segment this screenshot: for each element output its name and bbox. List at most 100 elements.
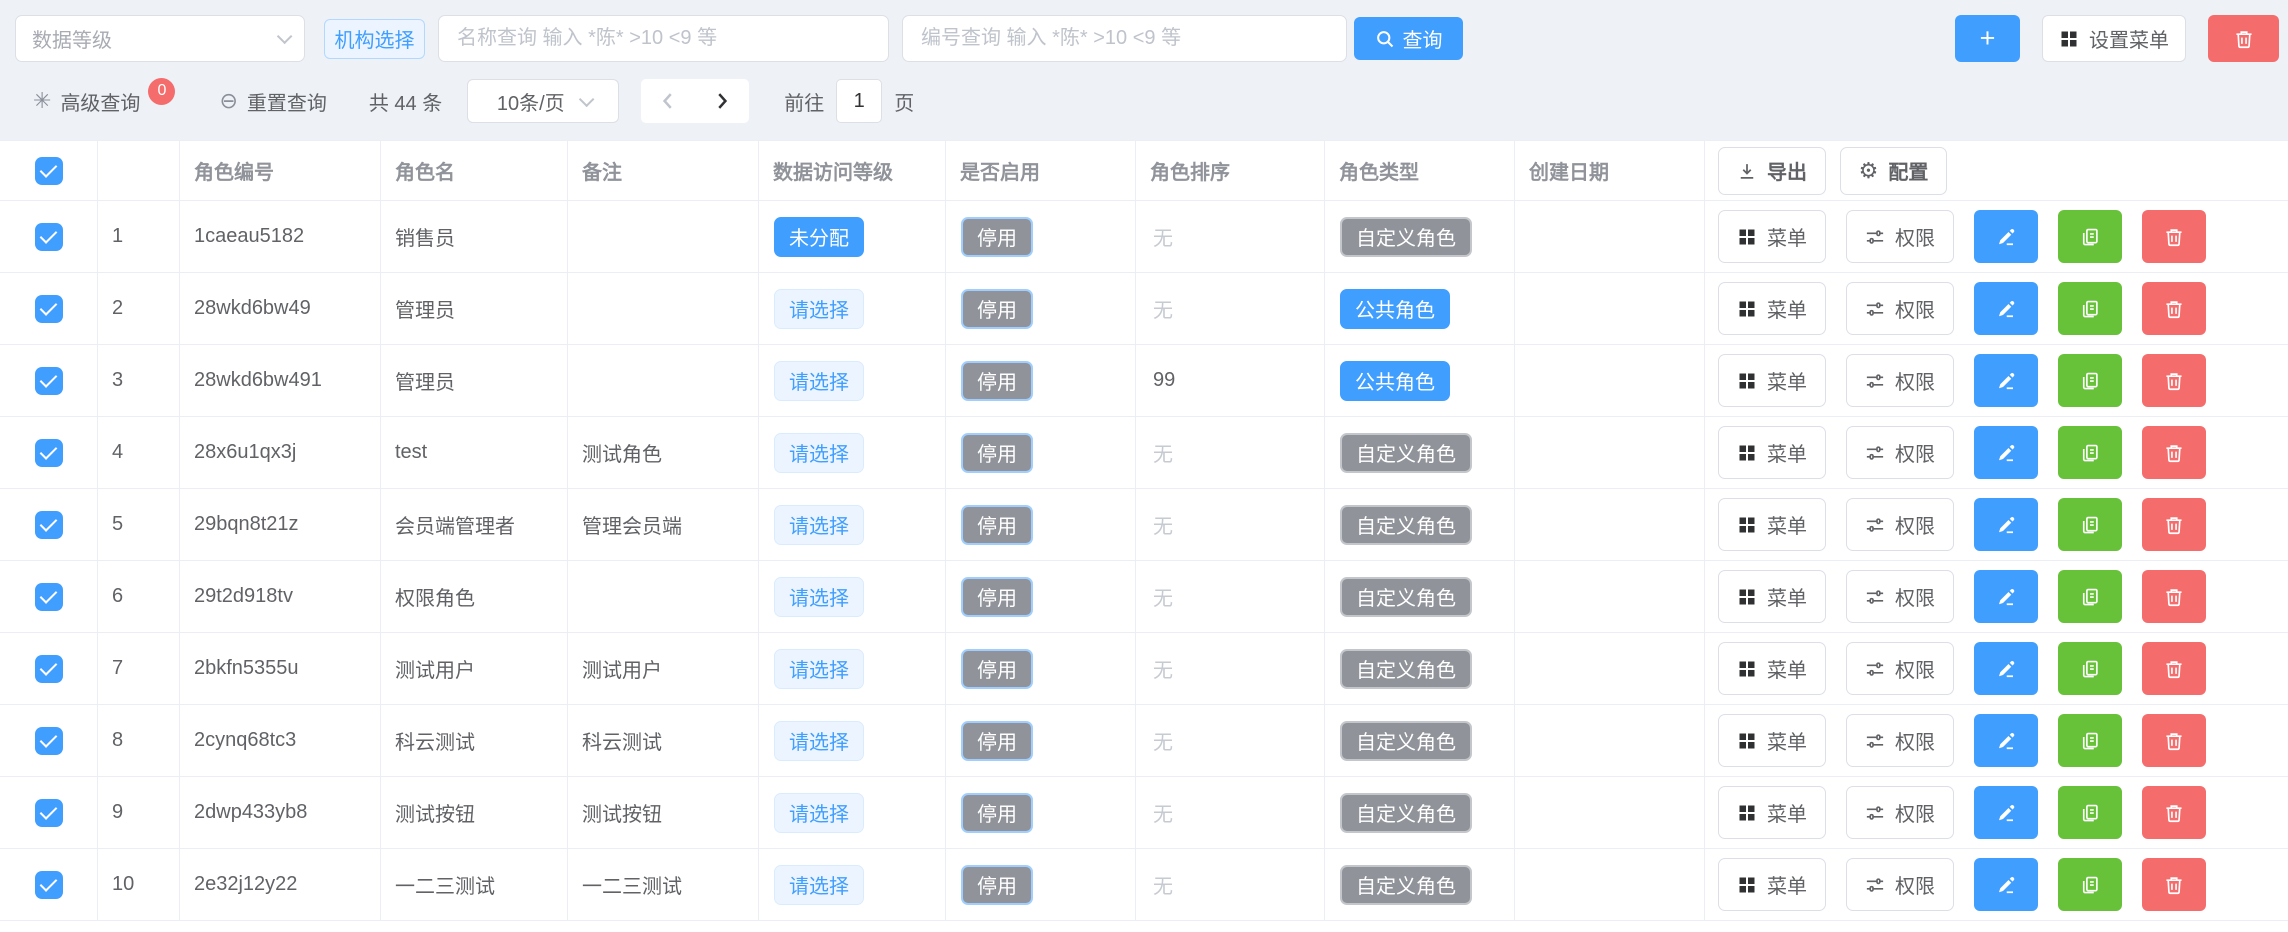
row-menu-button[interactable]: 菜单 [1718,642,1826,695]
row-checkbox[interactable] [35,871,63,899]
edit-button[interactable] [1974,858,2038,911]
access-level-button[interactable]: 请选择 [774,505,864,545]
edit-button[interactable] [1974,714,2038,767]
delete-button[interactable] [2142,786,2206,839]
row-permission-button[interactable]: 权限 [1846,570,1954,623]
advanced-query-button[interactable]: ✳ 高级查询 0 [33,87,175,116]
set-menu-button[interactable]: 设置菜单 [2042,15,2186,62]
delete-button[interactable] [2142,498,2206,551]
role-type-button[interactable]: 自定义角色 [1340,577,1472,617]
row-checkbox[interactable] [35,727,63,755]
copy-button[interactable] [2058,210,2122,263]
row-permission-button[interactable]: 权限 [1846,642,1954,695]
copy-button[interactable] [2058,354,2122,407]
role-type-button[interactable]: 自定义角色 [1340,793,1472,833]
edit-button[interactable] [1974,498,2038,551]
enabled-toggle-button[interactable]: 停用 [961,361,1033,401]
batch-delete-button[interactable] [2208,15,2279,62]
copy-button[interactable] [2058,570,2122,623]
row-menu-button[interactable]: 菜单 [1718,786,1826,839]
row-permission-button[interactable]: 权限 [1846,786,1954,839]
edit-button[interactable] [1974,786,2038,839]
delete-button[interactable] [2142,642,2206,695]
role-type-button[interactable]: 自定义角色 [1340,865,1472,905]
row-checkbox[interactable] [35,367,63,395]
enabled-toggle-button[interactable]: 停用 [961,649,1033,689]
select-all-checkbox[interactable] [35,157,63,185]
access-level-button[interactable]: 未分配 [774,217,864,257]
edit-button[interactable] [1974,282,2038,335]
row-menu-button[interactable]: 菜单 [1718,858,1826,911]
enabled-toggle-button[interactable]: 停用 [961,505,1033,545]
enabled-toggle-button[interactable]: 停用 [961,721,1033,761]
role-type-button[interactable]: 自定义角色 [1340,505,1472,545]
access-level-button[interactable]: 请选择 [774,721,864,761]
delete-button[interactable] [2142,714,2206,767]
edit-button[interactable] [1974,426,2038,479]
delete-button[interactable] [2142,354,2206,407]
access-level-button[interactable]: 请选择 [774,289,864,329]
row-menu-button[interactable]: 菜单 [1718,498,1826,551]
delete-button[interactable] [2142,210,2206,263]
access-level-button[interactable]: 请选择 [774,793,864,833]
copy-button[interactable] [2058,282,2122,335]
row-checkbox[interactable] [35,583,63,611]
row-checkbox[interactable] [35,295,63,323]
name-search-input[interactable] [438,15,889,62]
delete-button[interactable] [2142,858,2206,911]
role-type-button[interactable]: 公共角色 [1340,289,1450,329]
add-button[interactable]: + [1955,15,2020,62]
row-menu-button[interactable]: 菜单 [1718,426,1826,479]
row-permission-button[interactable]: 权限 [1846,282,1954,335]
access-level-button[interactable]: 请选择 [774,649,864,689]
copy-button[interactable] [2058,786,2122,839]
org-select-button[interactable]: 机构选择 [324,19,425,59]
next-page-button[interactable] [711,90,733,112]
delete-button[interactable] [2142,570,2206,623]
export-button[interactable]: 导出 [1718,147,1826,195]
row-menu-button[interactable]: 菜单 [1718,282,1826,335]
enabled-toggle-button[interactable]: 停用 [961,577,1033,617]
prev-page-button[interactable] [657,90,679,112]
copy-button[interactable] [2058,714,2122,767]
page-size-select[interactable]: 10条/页 [467,79,619,123]
row-permission-button[interactable]: 权限 [1846,210,1954,263]
config-button[interactable]: ⚙ 配置 [1840,147,1947,195]
access-level-button[interactable]: 请选择 [774,577,864,617]
access-level-button[interactable]: 请选择 [774,433,864,473]
edit-button[interactable] [1974,570,2038,623]
copy-button[interactable] [2058,642,2122,695]
row-permission-button[interactable]: 权限 [1846,858,1954,911]
delete-button[interactable] [2142,426,2206,479]
data-level-select[interactable]: 数据等级 [15,15,305,62]
row-checkbox[interactable] [35,223,63,251]
row-menu-button[interactable]: 菜单 [1718,714,1826,767]
role-type-button[interactable]: 自定义角色 [1340,217,1472,257]
delete-button[interactable] [2142,282,2206,335]
edit-button[interactable] [1974,210,2038,263]
edit-button[interactable] [1974,354,2038,407]
row-menu-button[interactable]: 菜单 [1718,570,1826,623]
row-menu-button[interactable]: 菜单 [1718,354,1826,407]
row-checkbox[interactable] [35,511,63,539]
enabled-toggle-button[interactable]: 停用 [961,289,1033,329]
row-checkbox[interactable] [35,655,63,683]
row-checkbox[interactable] [35,439,63,467]
row-permission-button[interactable]: 权限 [1846,354,1954,407]
row-permission-button[interactable]: 权限 [1846,498,1954,551]
reset-query-button[interactable]: ⊖ 重置查询 [219,87,326,116]
row-menu-button[interactable]: 菜单 [1718,210,1826,263]
access-level-button[interactable]: 请选择 [774,361,864,401]
search-button[interactable]: 查询 [1354,17,1463,60]
role-type-button[interactable]: 公共角色 [1340,361,1450,401]
code-search-input[interactable] [902,15,1347,62]
enabled-toggle-button[interactable]: 停用 [961,865,1033,905]
enabled-toggle-button[interactable]: 停用 [961,217,1033,257]
copy-button[interactable] [2058,426,2122,479]
edit-button[interactable] [1974,642,2038,695]
row-permission-button[interactable]: 权限 [1846,714,1954,767]
role-type-button[interactable]: 自定义角色 [1340,649,1472,689]
role-type-button[interactable]: 自定义角色 [1340,433,1472,473]
enabled-toggle-button[interactable]: 停用 [961,793,1033,833]
access-level-button[interactable]: 请选择 [774,865,864,905]
